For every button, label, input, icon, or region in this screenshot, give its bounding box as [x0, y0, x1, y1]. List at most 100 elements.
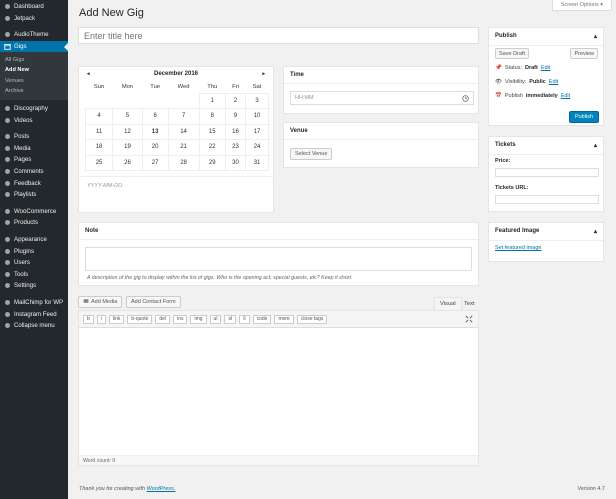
- sidebar-item-dashboard[interactable]: Dashboard: [0, 1, 68, 13]
- quicktag-button[interactable]: li: [239, 314, 250, 324]
- calendar-day[interactable]: 25: [84, 154, 114, 171]
- sidebar-item-playlists[interactable]: Playlists: [0, 189, 68, 201]
- next-month-icon[interactable]: ▸: [262, 71, 265, 77]
- set-featured-image-link[interactable]: Set featured image: [495, 245, 541, 251]
- sidebar-item-feedback[interactable]: Feedback: [0, 177, 68, 189]
- note-textarea[interactable]: [85, 247, 472, 271]
- submenu-archive[interactable]: Archive: [0, 86, 68, 97]
- time-panel: Time HH:MM: [283, 66, 479, 114]
- calendar-day[interactable]: 22: [198, 139, 226, 156]
- quicktag-button[interactable]: link: [108, 314, 125, 324]
- quicktag-button[interactable]: del: [155, 314, 171, 324]
- publish-button[interactable]: Publish: [568, 111, 599, 123]
- sidebar-item-videos[interactable]: Videos: [0, 114, 68, 126]
- calendar-day[interactable]: 28: [167, 154, 200, 171]
- tickets-heading: Tickets: [495, 142, 516, 148]
- sidebar-item-mailchimp-for-wp[interactable]: MailChimp for WP: [0, 297, 68, 309]
- calendar-day[interactable]: 5: [112, 108, 143, 125]
- calendar-day[interactable]: 6: [141, 108, 169, 125]
- quicktag-button[interactable]: ol: [224, 314, 237, 324]
- edit-status-link[interactable]: Edit: [541, 65, 550, 71]
- calendar-day[interactable]: 24: [245, 139, 269, 156]
- sidebar-item-settings[interactable]: Settings: [0, 280, 68, 292]
- calendar-day[interactable]: 30: [224, 154, 247, 171]
- calendar-day[interactable]: 8: [198, 108, 226, 125]
- calendar-day[interactable]: 21: [167, 139, 200, 156]
- sidebar-item-comments[interactable]: Comments: [0, 166, 68, 178]
- calendar-day[interactable]: 23: [224, 139, 247, 156]
- calendar-day[interactable]: 11: [84, 123, 114, 140]
- quicktag-button[interactable]: img: [190, 314, 207, 324]
- calendar-day[interactable]: 2: [224, 92, 247, 109]
- calendar-day[interactable]: 19: [112, 139, 143, 156]
- edit-schedule-link[interactable]: Edit: [561, 93, 570, 99]
- edit-visibility-link[interactable]: Edit: [549, 79, 558, 85]
- add-media-button[interactable]: Add Media: [78, 296, 123, 308]
- sidebar-item-posts[interactable]: Posts: [0, 131, 68, 143]
- quicktag-button[interactable]: more: [274, 314, 294, 324]
- collapse-arrow-icon[interactable]: ▴: [594, 142, 597, 149]
- select-venue-button[interactable]: Select Venue: [290, 148, 333, 160]
- sidebar-item-products[interactable]: Products: [0, 217, 68, 229]
- quicktag-button[interactable]: close tags: [296, 314, 328, 324]
- calendar-day[interactable]: 14: [167, 123, 200, 140]
- calendar-day[interactable]: 27: [141, 154, 169, 171]
- prev-month-icon[interactable]: ◂: [87, 71, 90, 77]
- content-editor[interactable]: b i link b-quote del ins img ul ol li code more clos…: [78, 310, 479, 466]
- title-input[interactable]: [78, 27, 479, 44]
- sidebar-item-users[interactable]: Users: [0, 257, 68, 269]
- quicktag-button[interactable]: b: [83, 314, 94, 324]
- calendar-day[interactable]: 18: [84, 139, 114, 156]
- calendar-day[interactable]: 10: [245, 108, 269, 125]
- sidebar-item-tools[interactable]: Tools: [0, 268, 68, 280]
- calendar-day[interactable]: 29: [198, 154, 226, 171]
- sidebar-item-jetpack[interactable]: Jetpack: [0, 13, 68, 25]
- calendar-day[interactable]: 4: [84, 108, 114, 125]
- calendar-day[interactable]: 26: [112, 154, 143, 171]
- sidebar-item-media[interactable]: Media: [0, 143, 68, 155]
- quicktag-button[interactable]: ins: [173, 314, 188, 324]
- submenu-venues[interactable]: Venues: [0, 76, 68, 87]
- sidebar-item-gigs[interactable]: Gigs: [0, 40, 68, 53]
- calendar-day[interactable]: 15: [198, 123, 226, 140]
- add-contact-form-button[interactable]: Add Contact Form: [126, 296, 181, 308]
- calendar-day[interactable]: 13: [141, 123, 169, 140]
- fullscreen-icon[interactable]: [465, 315, 473, 325]
- calendar-day[interactable]: 31: [245, 154, 269, 171]
- quicktag-button[interactable]: i: [96, 314, 106, 324]
- price-input[interactable]: [495, 168, 599, 177]
- wordpress-link[interactable]: WordPress.: [147, 486, 176, 492]
- submenu-add-new[interactable]: Add New: [0, 65, 68, 76]
- quicktag-button[interactable]: b-quote: [127, 314, 153, 324]
- sidebar-item-pages[interactable]: Pages: [0, 154, 68, 166]
- calendar-day[interactable]: 17: [245, 123, 269, 140]
- calendar-day[interactable]: 20: [141, 139, 169, 156]
- tickets-url-input[interactable]: [495, 195, 599, 204]
- calendar-day[interactable]: 7: [167, 108, 200, 125]
- calendar-day[interactable]: 3: [245, 92, 269, 109]
- quicktag-button[interactable]: code: [252, 314, 272, 324]
- quicktag-button[interactable]: ul: [209, 314, 222, 324]
- calendar-day[interactable]: 1: [198, 92, 226, 109]
- sidebar-item-discography[interactable]: Discography: [0, 103, 68, 115]
- submenu-all-gigs[interactable]: All Gigs: [0, 54, 68, 65]
- calendar-day[interactable]: 16: [224, 123, 247, 140]
- save-draft-button[interactable]: Save Draft: [495, 48, 529, 59]
- sidebar-item-woocommerce[interactable]: WooCommerce: [0, 206, 68, 218]
- collapse-arrow-icon[interactable]: ▴: [594, 228, 597, 235]
- tab-visual[interactable]: Visual: [434, 297, 462, 310]
- sidebar-item-collapse-menu[interactable]: Collapse menu: [0, 320, 68, 332]
- sidebar-item-label: Gigs: [14, 43, 27, 51]
- sidebar-item-instagram-feed[interactable]: Instagram Feed: [0, 308, 68, 320]
- screen-options-button[interactable]: Screen Options ▾: [551, 0, 612, 11]
- calendar-day[interactable]: 12: [112, 123, 143, 140]
- clock-icon[interactable]: [462, 95, 469, 104]
- sidebar-item-appearance[interactable]: Appearance: [0, 234, 68, 246]
- collapse-arrow-icon[interactable]: ▴: [594, 33, 597, 40]
- sidebar-item-audiotheme[interactable]: AudioTheme: [0, 29, 68, 41]
- tab-text[interactable]: Text: [459, 297, 480, 310]
- calendar-day[interactable]: 9: [224, 108, 247, 125]
- time-input[interactable]: HH:MM: [290, 91, 474, 105]
- sidebar-item-plugins[interactable]: Plugins: [0, 245, 68, 257]
- preview-button[interactable]: Preview: [570, 48, 598, 59]
